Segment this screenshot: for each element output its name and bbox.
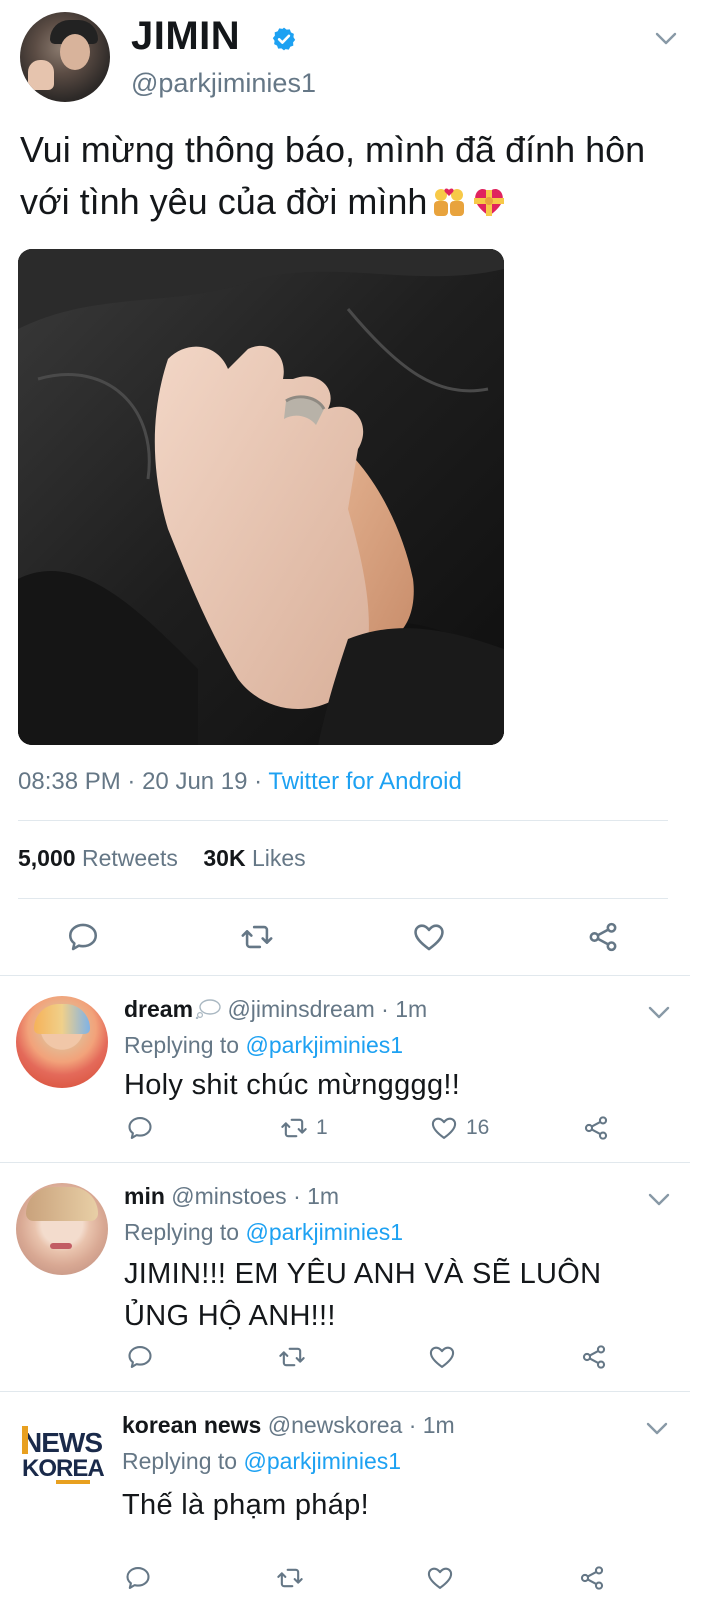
reply-header: dream @jiminsdream · 1m	[124, 996, 428, 1022]
main-tweet: JIMIN @parkjiminies1 Vui mừng thông báo,…	[0, 0, 728, 1007]
reply-tweet[interactable]: NEWS KOREA korean news @newskorea · 1m R…	[0, 1392, 690, 1615]
reply-time[interactable]: 1m	[307, 1183, 339, 1209]
share-action[interactable]	[578, 1564, 606, 1592]
avatar[interactable]	[20, 12, 110, 102]
handle[interactable]: @parkjiminies1	[131, 68, 316, 99]
share-icon[interactable]	[586, 920, 620, 954]
retweet-action[interactable]	[276, 1564, 304, 1592]
verified-badge-icon	[272, 27, 296, 51]
reply-tweet[interactable]: min @minstoes · 1m Replying to @parkjimi…	[0, 1163, 690, 1391]
share-icon[interactable]	[582, 1114, 610, 1142]
divider	[18, 898, 668, 899]
svg-text:NEWS: NEWS	[22, 1427, 102, 1458]
reply-handle[interactable]: @newskorea	[268, 1412, 403, 1438]
avatar[interactable]	[16, 1183, 108, 1275]
reply-icon[interactable]	[124, 1564, 152, 1592]
thought-bubble-icon	[195, 998, 221, 1020]
like-heart-icon[interactable]	[430, 1114, 458, 1142]
reply-tweet[interactable]: dream @jiminsdream · 1m Replying to @par…	[0, 976, 690, 1162]
news-korea-logo-image: NEWS KOREA	[22, 1426, 104, 1484]
reply-display-name[interactable]: korean news	[122, 1412, 261, 1438]
share-icon[interactable]	[578, 1564, 606, 1592]
reply-handle[interactable]: @minstoes	[171, 1183, 286, 1209]
svg-text:KOREA: KOREA	[22, 1455, 104, 1482]
reply-icon[interactable]	[126, 1343, 154, 1371]
share-icon[interactable]	[580, 1343, 608, 1371]
share-action[interactable]	[582, 1114, 610, 1142]
chevron-down-icon[interactable]	[648, 1006, 670, 1020]
news-korea-logo[interactable]: NEWS KOREA	[20, 1412, 104, 1496]
retweets-stat[interactable]: 5,000 Retweets	[18, 845, 178, 871]
tweet-meta: 08:38 PM · 20 Jun 19 · Twitter for Andro…	[18, 768, 462, 795]
reply-action[interactable]	[126, 1114, 154, 1142]
likes-stat[interactable]: 30K Likes	[203, 845, 305, 871]
holding-hands-photo	[18, 249, 504, 745]
tweet-text: Vui mừng thông báo, mình đã đính hôn với…	[20, 124, 680, 228]
like-action[interactable]	[426, 1564, 454, 1592]
replying-to-link[interactable]: @parkjiminies1	[243, 1448, 401, 1474]
retweet-action[interactable]: 1	[280, 1114, 328, 1142]
like-heart-icon[interactable]	[412, 920, 446, 954]
replying-to: Replying to @parkjiminies1	[122, 1448, 402, 1474]
chevron-down-icon[interactable]	[655, 32, 677, 46]
reply-header: korean news @newskorea · 1m	[122, 1412, 455, 1438]
avatar[interactable]	[16, 996, 108, 1088]
retweet-icon[interactable]	[278, 1343, 306, 1371]
reply-icon[interactable]	[126, 1114, 154, 1142]
display-name[interactable]: JIMIN	[131, 14, 240, 59]
couple-with-heart-icon	[434, 188, 465, 216]
replying-to-link[interactable]: @parkjiminies1	[245, 1032, 403, 1058]
reply-text: Thế là phạm pháp!	[122, 1489, 369, 1521]
like-heart-icon[interactable]	[426, 1564, 454, 1592]
reply-text: Holy shit chúc mừngggg!!	[124, 1069, 461, 1101]
share-action[interactable]	[580, 1343, 608, 1371]
replying-to: Replying to @parkjiminies1	[124, 1219, 404, 1245]
tweet-time[interactable]: 08:38 PM	[18, 768, 121, 795]
reply-time[interactable]: 1m	[395, 996, 427, 1022]
replying-to-link[interactable]: @parkjiminies1	[245, 1219, 403, 1245]
retweet-icon[interactable]	[276, 1564, 304, 1592]
reply-display-name[interactable]: dream	[124, 996, 193, 1022]
reply-action[interactable]	[126, 1343, 154, 1371]
reply-icon[interactable]	[66, 920, 100, 954]
divider	[18, 820, 668, 821]
replying-to: Replying to @parkjiminies1	[124, 1032, 404, 1058]
like-action[interactable]: 16	[430, 1114, 489, 1142]
reply-time[interactable]: 1m	[423, 1412, 455, 1438]
retweet-icon[interactable]	[240, 920, 274, 954]
reply-display-name[interactable]: min	[124, 1183, 165, 1209]
heart-with-ribbon-icon	[474, 189, 505, 216]
tweet-source-link[interactable]: Twitter for Android	[268, 768, 461, 795]
retweet-count: 1	[316, 1116, 328, 1139]
retweet-action[interactable]	[278, 1343, 306, 1371]
reply-text: JIMIN!!! EM YÊU ANH VÀ SẼ LUÔN ỦNG HỘ AN…	[124, 1258, 602, 1332]
retweet-icon[interactable]	[280, 1114, 308, 1142]
tweet-photo[interactable]	[18, 249, 504, 745]
tweet-date[interactable]: 20 Jun 19	[142, 768, 247, 795]
reply-handle[interactable]: @jiminsdream	[227, 996, 374, 1022]
reply-action[interactable]	[124, 1564, 152, 1592]
chevron-down-icon[interactable]	[646, 1422, 668, 1436]
tweet-text-content: Vui mừng thông báo, mình đã đính hôn với…	[20, 129, 646, 222]
chevron-down-icon[interactable]	[648, 1193, 670, 1207]
like-heart-icon[interactable]	[428, 1343, 456, 1371]
like-count: 16	[466, 1116, 490, 1139]
tweet-stats: 5,000 Retweets 30K Likes	[18, 845, 306, 872]
like-action[interactable]	[428, 1343, 456, 1371]
reply-header: min @minstoes · 1m	[124, 1183, 340, 1209]
